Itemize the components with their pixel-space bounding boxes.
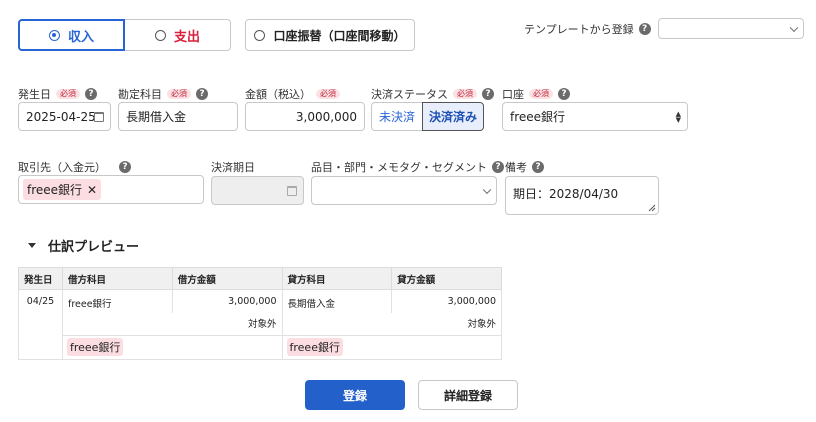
wallet-select[interactable]: freee銀行 ▲ ▼ [502, 102, 688, 131]
amount-label: 金額（税込） 必須 [245, 86, 340, 102]
partner-label: 取引先（入金元） ? [18, 159, 131, 175]
select-arrows-icon: ▲ ▼ [675, 110, 681, 124]
transfer-label: 口座振替（口座間移動） [273, 28, 406, 43]
debit-tag-cell: freee銀行 [61, 334, 283, 360]
account-item-label: 勘定科目 必須 ? [118, 86, 208, 102]
wallet-label-text: 口座 [502, 88, 524, 101]
due-date-label: 決済期日 [211, 159, 255, 175]
radio-icon [254, 29, 266, 41]
credit-account: 長期借入金 [281, 289, 393, 313]
table-row: 04/25 freee銀行 3,000,000 長期借入金 3,000,000 [18, 289, 502, 360]
income-option[interactable]: 収入 [18, 19, 125, 51]
help-icon[interactable]: ? [558, 88, 570, 100]
items-label-text: 品目・部門・メモタグ・セグメント [311, 161, 487, 174]
column-header: 貸方科目 [281, 267, 393, 290]
settlement-status-label: 決済ステータス 必須 ? [371, 86, 494, 102]
register-button[interactable]: 登録 [305, 380, 405, 410]
date-input[interactable]: 2025-04-25 [18, 102, 111, 131]
help-icon[interactable]: ? [196, 88, 208, 100]
column-header: 借方金額 [171, 267, 283, 290]
transfer-option[interactable]: 口座振替（口座間移動） [245, 19, 415, 51]
table-header-row: 発生日 借方科目 借方金額 貸方科目 貸方金額 [18, 267, 502, 290]
partner-label-text: 取引先（入金元） [18, 161, 106, 174]
date-label: 発生日 必須 ? [18, 86, 97, 102]
debit-tag: freee銀行 [66, 337, 124, 356]
expense-option[interactable]: 支出 [125, 19, 231, 51]
table-row: freee銀行 freee銀行 [19, 334, 502, 360]
journal-preview-table: 発生日 借方科目 借方金額 貸方科目 貸方金額 04/25 freee銀行 3,… [18, 267, 502, 360]
wallet-value: freee銀行 [510, 110, 566, 124]
wallet-label: 口座 必須 ? [502, 86, 570, 102]
account-item-input[interactable]: 長期借入金 [118, 102, 238, 131]
help-icon[interactable]: ? [482, 88, 494, 100]
due-date-input [211, 176, 304, 205]
amount-label-text: 金額（税込） [245, 88, 311, 101]
credit-tag: freee銀行 [286, 337, 343, 356]
journal-preview-toggle[interactable]: 仕訳プレビュー [28, 236, 139, 255]
journal-preview-label: 仕訳プレビュー [48, 240, 140, 255]
column-header: 発生日 [18, 267, 63, 290]
required-badge: 必須 [529, 88, 553, 100]
unsettled-option[interactable]: 未決済 [371, 102, 422, 131]
radio-icon [154, 29, 166, 41]
debit-amount: 3,000,000 [171, 289, 283, 313]
caret-down-icon [28, 243, 36, 248]
help-icon[interactable]: ? [638, 23, 651, 35]
calendar-icon [287, 186, 297, 196]
required-badge: 必須 [453, 88, 477, 100]
required-badge: 必須 [56, 88, 80, 100]
template-label-text: テンプレートから登録 [524, 23, 634, 36]
memo-value: 期日：2028/04/30 [513, 187, 619, 201]
empty-cell [281, 313, 392, 336]
memo-textarea[interactable]: 期日：2028/04/30 [505, 176, 659, 215]
radio-selected-icon [48, 29, 60, 41]
partner-tag-label: freee銀行 [27, 183, 83, 197]
debit-account: freee銀行 [61, 289, 173, 313]
debit-tax: 対象外 [172, 313, 283, 336]
template-label: テンプレートから登録 ? [524, 21, 651, 37]
required-badge: 必須 [167, 88, 191, 100]
credit-tag-cell: freee銀行 [281, 334, 502, 360]
resize-handle-icon[interactable] [648, 204, 656, 212]
date-label-text: 発生日 [18, 88, 51, 101]
entry-date: 04/25 [18, 289, 63, 360]
account-item-label-text: 勘定科目 [118, 88, 162, 101]
empty-cell [61, 313, 173, 336]
partner-input[interactable]: freee銀行 ✕ [18, 175, 204, 204]
help-icon[interactable]: ? [119, 161, 131, 173]
partner-tag: freee銀行 ✕ [23, 179, 102, 200]
table-row: 対象外 対象外 [19, 313, 502, 336]
help-icon[interactable]: ? [85, 88, 97, 100]
credit-tax: 対象外 [391, 313, 502, 336]
settlement-status-label-text: 決済ステータス [371, 88, 448, 101]
help-icon[interactable]: ? [492, 161, 504, 173]
required-badge: 必須 [316, 88, 340, 100]
close-icon[interactable]: ✕ [87, 183, 97, 197]
column-header: 貸方金額 [391, 267, 502, 290]
expense-label: 支出 [173, 29, 200, 45]
date-value: 2025-04-25 [26, 109, 96, 124]
credit-amount: 3,000,000 [391, 289, 502, 313]
memo-label: 備考 ? [505, 159, 544, 175]
items-label: 品目・部門・メモタグ・セグメント ? [311, 159, 504, 175]
account-item-value: 長期借入金 [126, 110, 187, 124]
chevron-down-icon [482, 185, 492, 194]
settlement-status-toggle: 未決済 決済済み [371, 102, 484, 131]
income-label: 収入 [67, 29, 94, 45]
column-header: 借方科目 [61, 267, 173, 290]
help-icon[interactable]: ? [532, 161, 544, 173]
chevron-down-icon [789, 23, 799, 32]
income-expense-toggle: 収入 支出 [18, 19, 231, 51]
amount-value: 3,000,000 [295, 109, 357, 124]
calendar-icon[interactable] [94, 112, 104, 122]
template-select[interactable] [658, 18, 804, 39]
due-date-label-text: 決済期日 [211, 161, 255, 174]
settled-option[interactable]: 決済済み [422, 102, 484, 131]
detail-register-button[interactable]: 詳細登録 [418, 380, 518, 410]
amount-input[interactable]: 3,000,000 [245, 102, 365, 131]
memo-label-text: 備考 [505, 161, 527, 174]
items-select[interactable] [311, 176, 497, 205]
